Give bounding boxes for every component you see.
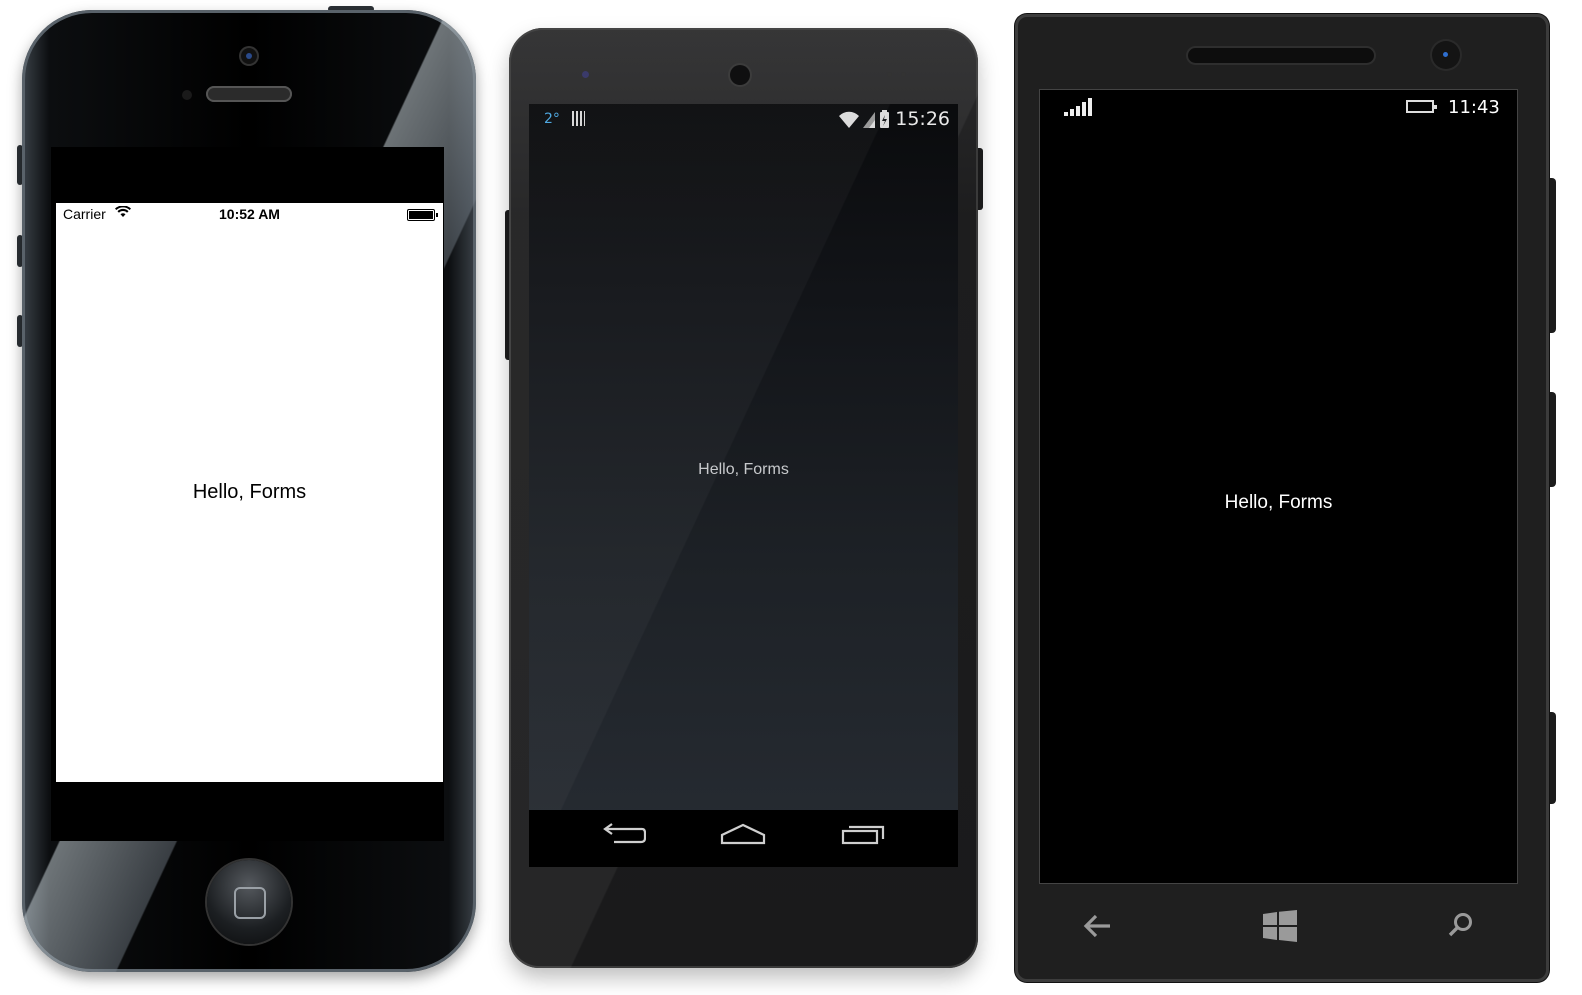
earpiece-speaker — [1188, 48, 1374, 63]
ios-status-bar: Carrier 10:52 AM — [56, 203, 443, 225]
android-screen: 2° 15:26 Hello, Forms — [529, 104, 958, 864]
back-arrow-icon — [603, 823, 647, 844]
iphone-device: Carrier 10:52 AM Hello, Forms — [22, 10, 476, 972]
android-status-bar: 2° 15:26 — [529, 104, 958, 136]
windows-logo-icon — [1263, 910, 1297, 942]
android-nav-bar — [529, 810, 958, 867]
hello-forms-label: Hello, Forms — [698, 461, 789, 478]
search-icon — [1448, 913, 1472, 937]
earpiece-speaker — [206, 86, 292, 102]
wp-screen: 11:43 Hello, Forms — [1040, 90, 1517, 883]
hello-forms-label: Hello, Forms — [1224, 492, 1333, 513]
screen-glare — [529, 104, 958, 864]
status-time: 11:43 — [1448, 97, 1500, 118]
battery-icon — [407, 209, 438, 221]
windows-phone-device: 11:43 Hello, Forms — [1015, 14, 1549, 982]
iphone-screen: Carrier 10:52 AM Hello, Forms — [56, 203, 443, 782]
wp-status-bar: 11:43 — [1040, 90, 1517, 124]
wp-start-button[interactable] — [1260, 910, 1300, 950]
android-device: 2° 15:26 Hello, Forms — [509, 28, 978, 968]
wp-camera-button[interactable] — [1548, 712, 1556, 804]
wifi-icon — [839, 111, 859, 128]
back-arrow-icon — [1083, 914, 1110, 938]
wp-volume-button[interactable] — [1548, 178, 1556, 333]
hello-forms-label: Hello, Forms — [192, 481, 307, 503]
notification-temperature: 2° — [544, 111, 560, 127]
proximity-sensor — [182, 90, 192, 100]
wp-search-button[interactable] — [1441, 910, 1481, 950]
front-camera-icon — [1432, 41, 1460, 69]
wp-back-button[interactable] — [1078, 910, 1118, 950]
home-outline-icon — [720, 823, 766, 845]
status-icons — [837, 108, 893, 135]
back-button[interactable] — [594, 818, 654, 858]
front-camera-icon — [582, 71, 589, 78]
sensor-dots — [887, 72, 913, 77]
battery-charging-icon — [1406, 100, 1437, 113]
home-square-icon — [234, 887, 266, 919]
recents-icon — [841, 825, 885, 845]
home-button[interactable] — [207, 860, 291, 944]
signal-strength-icon — [1064, 98, 1094, 116]
front-camera-icon — [241, 48, 257, 64]
wp-power-button[interactable] — [1548, 392, 1556, 487]
home-nav-button[interactable] — [713, 818, 773, 858]
status-time: 15:26 — [895, 108, 950, 130]
recents-button[interactable] — [833, 818, 893, 858]
status-time: 10:52 AM — [219, 206, 280, 222]
earpiece-speaker — [730, 65, 750, 85]
barcode-notification-icon — [572, 111, 585, 126]
